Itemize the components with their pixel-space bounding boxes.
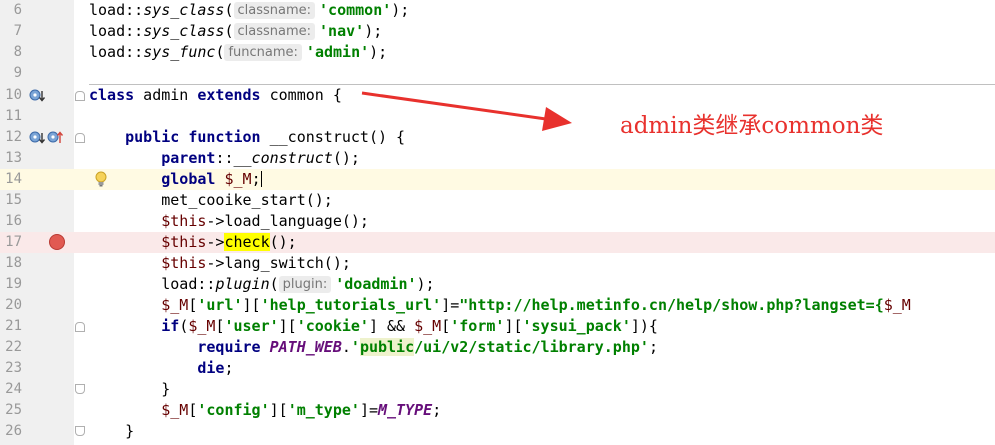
line-number: 19: [5, 276, 22, 292]
code-line[interactable]: 18 $this->lang_switch();: [0, 253, 995, 274]
code-text[interactable]: die;: [89, 358, 233, 379]
annotation-arrow: [361, 91, 572, 131]
code-text[interactable]: $this->check();: [89, 232, 297, 253]
fold-toggle[interactable]: [75, 426, 85, 436]
line-number: 23: [5, 360, 22, 376]
line-number: 14: [5, 171, 22, 187]
code-line[interactable]: 20 $_M['url']['help_tutorials_url']="htt…: [0, 295, 995, 316]
line-number: 15: [5, 192, 22, 208]
line-number: 13: [5, 150, 22, 166]
line-number: 9: [13, 65, 22, 81]
code-line[interactable]: 23 die;: [0, 358, 995, 379]
line-number: 22: [5, 339, 22, 355]
line-number: 17: [5, 234, 22, 250]
line-number: 11: [5, 108, 22, 124]
annotation-text: admin类继承common类: [620, 113, 884, 139]
fold-toggle[interactable]: [75, 322, 85, 332]
fold-toggle[interactable]: [75, 384, 85, 394]
line-number: 12: [5, 129, 22, 145]
line-number: 26: [5, 423, 22, 439]
code-line[interactable]: 15 met_cooike_start();: [0, 190, 995, 211]
code-text[interactable]: parent::__construct();: [89, 148, 360, 169]
code-text[interactable]: global $_M;: [89, 169, 262, 190]
code-text[interactable]: $this->lang_switch();: [89, 253, 351, 274]
code-line[interactable]: 25 $_M['config']['m_type']=M_TYPE;: [0, 400, 995, 421]
code-line-breakpoint[interactable]: 17 $this->check();: [0, 232, 995, 253]
param-hint: classname:: [233, 2, 316, 19]
usage-highlight: public: [359, 338, 415, 356]
line-number: 18: [5, 255, 22, 271]
code-text[interactable]: $this->load_language();: [89, 211, 369, 232]
breakpoint-icon[interactable]: [48, 233, 66, 251]
implement-icon[interactable]: [29, 130, 65, 146]
line-number: 8: [13, 44, 22, 60]
code-text[interactable]: met_cooike_start();: [89, 190, 333, 211]
code-line[interactable]: 8 load::sys_func(funcname:'admin');: [0, 42, 995, 63]
fold-toggle[interactable]: [75, 133, 85, 143]
code-text[interactable]: load::plugin(plugin:'doadmin');: [89, 274, 435, 295]
code-line[interactable]: 13 parent::__construct();: [0, 148, 995, 169]
line-number: 6: [13, 2, 22, 18]
code-line[interactable]: 24 }: [0, 379, 995, 400]
code-line[interactable]: 6 load::sys_class(classname:'common');: [0, 0, 995, 21]
code-text[interactable]: public function __construct() {: [89, 127, 405, 148]
code-text[interactable]: }: [89, 379, 170, 400]
line-number: 20: [5, 297, 22, 313]
code-text[interactable]: require PATH_WEB.'public/ui/v2/static/li…: [89, 337, 658, 358]
line-number: 7: [13, 23, 22, 39]
line-number: 24: [5, 381, 22, 397]
code-text[interactable]: if($_M['user']['cookie'] && $_M['form'][…: [89, 316, 658, 337]
code-text[interactable]: load::sys_func(funcname:'admin');: [89, 42, 387, 63]
code-text[interactable]: class admin extends common {: [89, 85, 342, 106]
line-number: 21: [5, 318, 22, 334]
code-line-current[interactable]: 14 global $_M;: [0, 169, 995, 190]
code-line[interactable]: 22 require PATH_WEB.'public/ui/v2/static…: [0, 337, 995, 358]
line-number: 16: [5, 213, 22, 229]
code-line[interactable]: 26 }: [0, 421, 995, 442]
code-text[interactable]: load::sys_class(classname:'nav');: [89, 21, 382, 42]
code-text[interactable]: load::sys_class(classname:'common');: [89, 0, 409, 21]
code-editor[interactable]: 6 load::sys_class(classname:'common'); 7…: [0, 0, 995, 445]
line-number: 25: [5, 402, 22, 418]
param-hint: classname:: [233, 23, 316, 40]
code-text[interactable]: }: [89, 421, 134, 442]
code-line[interactable]: 19 load::plugin(plugin:'doadmin');: [0, 274, 995, 295]
code-text[interactable]: $_M['url']['help_tutorials_url']="http:/…: [89, 295, 911, 316]
code-line[interactable]: 16 $this->load_language();: [0, 211, 995, 232]
code-line[interactable]: 7 load::sys_class(classname:'nav');: [0, 21, 995, 42]
text-caret: [260, 171, 262, 187]
override-up-icon[interactable]: [29, 88, 47, 104]
param-hint: plugin:: [278, 276, 332, 293]
line-number: 10: [5, 87, 22, 103]
param-hint: funcname:: [224, 44, 302, 61]
code-line[interactable]: 21 if($_M['user']['cookie'] && $_M['form…: [0, 316, 995, 337]
code-text[interactable]: $_M['config']['m_type']=M_TYPE;: [89, 400, 441, 421]
code-line[interactable]: 9: [0, 63, 995, 84]
search-highlight: check: [224, 233, 270, 251]
fold-toggle[interactable]: [75, 91, 85, 101]
